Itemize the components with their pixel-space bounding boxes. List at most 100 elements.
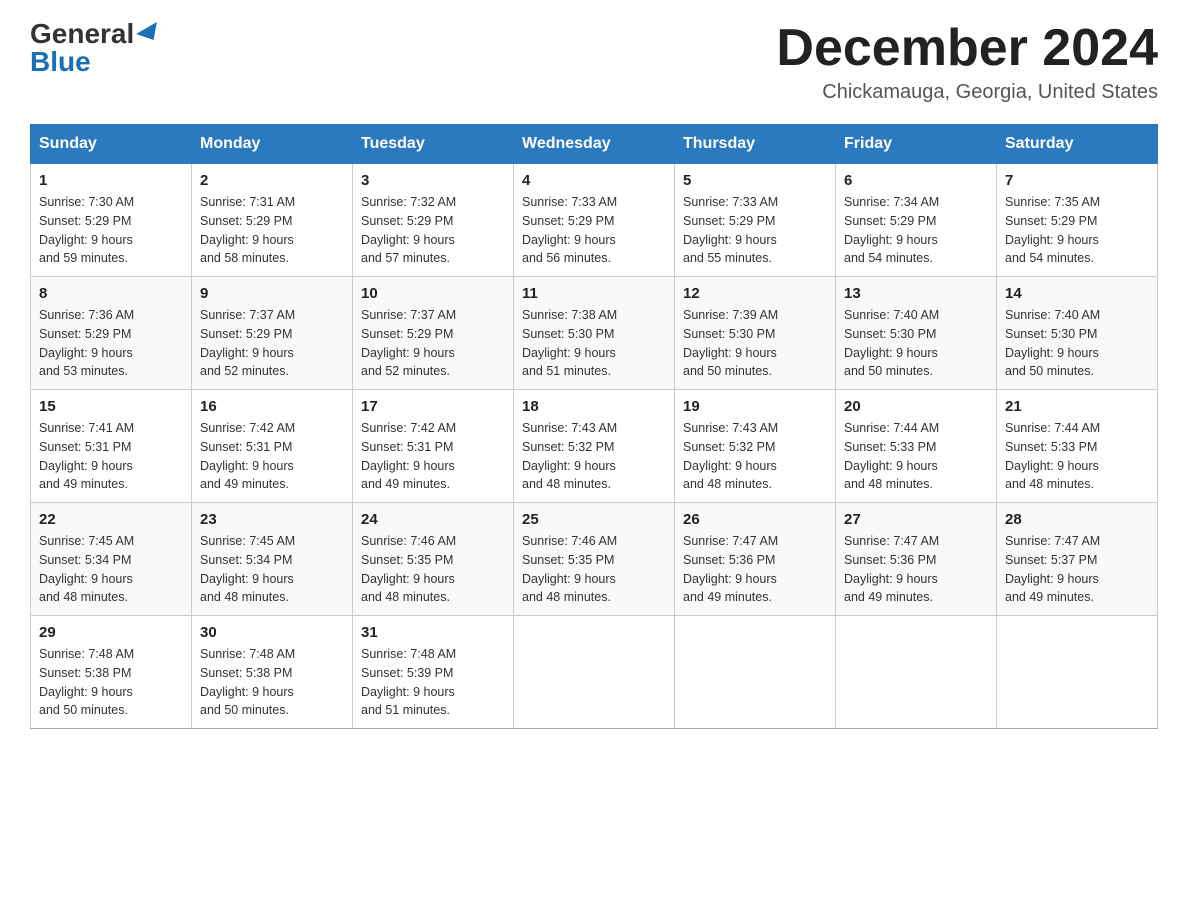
table-row: 14Sunrise: 7:40 AMSunset: 5:30 PMDayligh…	[997, 277, 1158, 390]
calendar-week-row: 22 Sunrise: 7:45 AMSunset: 5:34 PMDayligh…	[31, 503, 1158, 616]
table-row	[514, 616, 675, 729]
day-number: 18	[522, 398, 666, 415]
day-number: 30	[200, 624, 344, 641]
day-info: Sunrise: 7:38 AMSunset: 5:30 PMDaylight:…	[522, 306, 666, 381]
column-header-sunday: Sunday	[31, 125, 192, 164]
day-number: 3	[361, 172, 505, 189]
day-info: Sunrise: 7:48 AMSunset: 5:38 PMDaylight:…	[39, 645, 183, 720]
table-row: 5 Sunrise: 7:33 AMSunset: 5:29 PMDaylight…	[675, 164, 836, 277]
table-row: 22 Sunrise: 7:45 AMSunset: 5:34 PMDayligh…	[31, 503, 192, 616]
day-info: Sunrise: 7:37 AMSunset: 5:29 PMDaylight:…	[200, 306, 344, 381]
day-number: 23	[200, 511, 344, 528]
day-number: 26	[683, 511, 827, 528]
day-info: Sunrise: 7:48 AMSunset: 5:38 PMDaylight:…	[200, 645, 344, 720]
location-subtitle: Chickamauga, Georgia, United States	[776, 81, 1158, 104]
day-number: 4	[522, 172, 666, 189]
day-number: 14	[1005, 285, 1149, 302]
table-row: 6Sunrise: 7:34 AMSunset: 5:29 PMDaylight…	[836, 164, 997, 277]
calendar-week-row: 29 Sunrise: 7:48 AMSunset: 5:38 PMDayligh…	[31, 616, 1158, 729]
day-info: Sunrise: 7:45 AMSunset: 5:34 PMDaylight:…	[39, 532, 183, 607]
day-number: 12	[683, 285, 827, 302]
table-row: 12 Sunrise: 7:39 AMSunset: 5:30 PMDayligh…	[675, 277, 836, 390]
day-info: Sunrise: 7:30 AMSunset: 5:29 PMDaylight:…	[39, 193, 183, 268]
day-info: Sunrise: 7:43 AMSunset: 5:32 PMDaylight:…	[683, 419, 827, 494]
day-info: Sunrise: 7:43 AMSunset: 5:32 PMDaylight:…	[522, 419, 666, 494]
day-number: 22	[39, 511, 183, 528]
day-info: Sunrise: 7:41 AMSunset: 5:31 PMDaylight:…	[39, 419, 183, 494]
day-info: Sunrise: 7:42 AMSunset: 5:31 PMDaylight:…	[361, 419, 505, 494]
day-number: 15	[39, 398, 183, 415]
table-row: 29 Sunrise: 7:48 AMSunset: 5:38 PMDayligh…	[31, 616, 192, 729]
table-row: 27 Sunrise: 7:47 AMSunset: 5:36 PMDayligh…	[836, 503, 997, 616]
column-header-saturday: Saturday	[997, 125, 1158, 164]
column-header-wednesday: Wednesday	[514, 125, 675, 164]
day-info: Sunrise: 7:35 AMSunset: 5:29 PMDaylight:…	[1005, 193, 1149, 268]
column-header-monday: Monday	[192, 125, 353, 164]
table-row: 3 Sunrise: 7:32 AMSunset: 5:29 PMDaylight…	[353, 164, 514, 277]
day-info: Sunrise: 7:47 AMSunset: 5:36 PMDaylight:…	[844, 532, 988, 607]
day-number: 21	[1005, 398, 1149, 415]
day-number: 17	[361, 398, 505, 415]
day-info: Sunrise: 7:37 AMSunset: 5:29 PMDaylight:…	[361, 306, 505, 381]
table-row: 28 Sunrise: 7:47 AMSunset: 5:37 PMDayligh…	[997, 503, 1158, 616]
table-row: 21Sunrise: 7:44 AMSunset: 5:33 PMDayligh…	[997, 390, 1158, 503]
day-info: Sunrise: 7:46 AMSunset: 5:35 PMDaylight:…	[361, 532, 505, 607]
table-row: 7 Sunrise: 7:35 AMSunset: 5:29 PMDaylight…	[997, 164, 1158, 277]
day-number: 10	[361, 285, 505, 302]
column-header-thursday: Thursday	[675, 125, 836, 164]
day-number: 1	[39, 172, 183, 189]
day-number: 5	[683, 172, 827, 189]
table-row: 13Sunrise: 7:40 AMSunset: 5:30 PMDayligh…	[836, 277, 997, 390]
day-number: 24	[361, 511, 505, 528]
day-info: Sunrise: 7:47 AMSunset: 5:36 PMDaylight:…	[683, 532, 827, 607]
table-row: 31Sunrise: 7:48 AMSunset: 5:39 PMDayligh…	[353, 616, 514, 729]
day-info: Sunrise: 7:31 AMSunset: 5:29 PMDaylight:…	[200, 193, 344, 268]
day-info: Sunrise: 7:47 AMSunset: 5:37 PMDaylight:…	[1005, 532, 1149, 607]
table-row: 19 Sunrise: 7:43 AMSunset: 5:32 PMDayligh…	[675, 390, 836, 503]
day-number: 11	[522, 285, 666, 302]
table-row: 17 Sunrise: 7:42 AMSunset: 5:31 PMDayligh…	[353, 390, 514, 503]
column-header-tuesday: Tuesday	[353, 125, 514, 164]
logo-general-text: General	[30, 20, 134, 48]
day-info: Sunrise: 7:39 AMSunset: 5:30 PMDaylight:…	[683, 306, 827, 381]
day-number: 7	[1005, 172, 1149, 189]
day-number: 13	[844, 285, 988, 302]
day-number: 27	[844, 511, 988, 528]
day-info: Sunrise: 7:44 AMSunset: 5:33 PMDaylight:…	[844, 419, 988, 494]
calendar-week-row: 15 Sunrise: 7:41 AMSunset: 5:31 PMDayligh…	[31, 390, 1158, 503]
table-row	[997, 616, 1158, 729]
calendar-week-row: 1 Sunrise: 7:30 AMSunset: 5:29 PMDaylight…	[31, 164, 1158, 277]
table-row: 1 Sunrise: 7:30 AMSunset: 5:29 PMDaylight…	[31, 164, 192, 277]
day-number: 28	[1005, 511, 1149, 528]
day-number: 25	[522, 511, 666, 528]
table-row: 23Sunrise: 7:45 AMSunset: 5:34 PMDayligh…	[192, 503, 353, 616]
table-row: 24 Sunrise: 7:46 AMSunset: 5:35 PMDayligh…	[353, 503, 514, 616]
table-row: 30 Sunrise: 7:48 AMSunset: 5:38 PMDayligh…	[192, 616, 353, 729]
column-header-friday: Friday	[836, 125, 997, 164]
calendar-header-row: SundayMondayTuesdayWednesdayThursdayFrid…	[31, 125, 1158, 164]
day-info: Sunrise: 7:48 AMSunset: 5:39 PMDaylight:…	[361, 645, 505, 720]
day-info: Sunrise: 7:32 AMSunset: 5:29 PMDaylight:…	[361, 193, 505, 268]
table-row: 16Sunrise: 7:42 AMSunset: 5:31 PMDayligh…	[192, 390, 353, 503]
day-number: 29	[39, 624, 183, 641]
table-row: 9Sunrise: 7:37 AMSunset: 5:29 PMDaylight…	[192, 277, 353, 390]
day-number: 8	[39, 285, 183, 302]
day-number: 19	[683, 398, 827, 415]
month-title: December 2024	[776, 20, 1158, 77]
title-section: December 2024 Chickamauga, Georgia, Unit…	[776, 20, 1158, 104]
logo-blue-text: Blue	[30, 48, 91, 76]
table-row: 20 Sunrise: 7:44 AMSunset: 5:33 PMDayligh…	[836, 390, 997, 503]
day-number: 6	[844, 172, 988, 189]
logo-arrow-icon	[136, 22, 164, 46]
table-row: 15 Sunrise: 7:41 AMSunset: 5:31 PMDayligh…	[31, 390, 192, 503]
table-row: 10 Sunrise: 7:37 AMSunset: 5:29 PMDayligh…	[353, 277, 514, 390]
day-number: 2	[200, 172, 344, 189]
calendar-week-row: 8Sunrise: 7:36 AMSunset: 5:29 PMDaylight…	[31, 277, 1158, 390]
day-info: Sunrise: 7:33 AMSunset: 5:29 PMDaylight:…	[683, 193, 827, 268]
table-row	[836, 616, 997, 729]
day-info: Sunrise: 7:33 AMSunset: 5:29 PMDaylight:…	[522, 193, 666, 268]
table-row: 8Sunrise: 7:36 AMSunset: 5:29 PMDaylight…	[31, 277, 192, 390]
calendar-table: SundayMondayTuesdayWednesdayThursdayFrid…	[30, 124, 1158, 729]
day-number: 20	[844, 398, 988, 415]
table-row: 18 Sunrise: 7:43 AMSunset: 5:32 PMDayligh…	[514, 390, 675, 503]
